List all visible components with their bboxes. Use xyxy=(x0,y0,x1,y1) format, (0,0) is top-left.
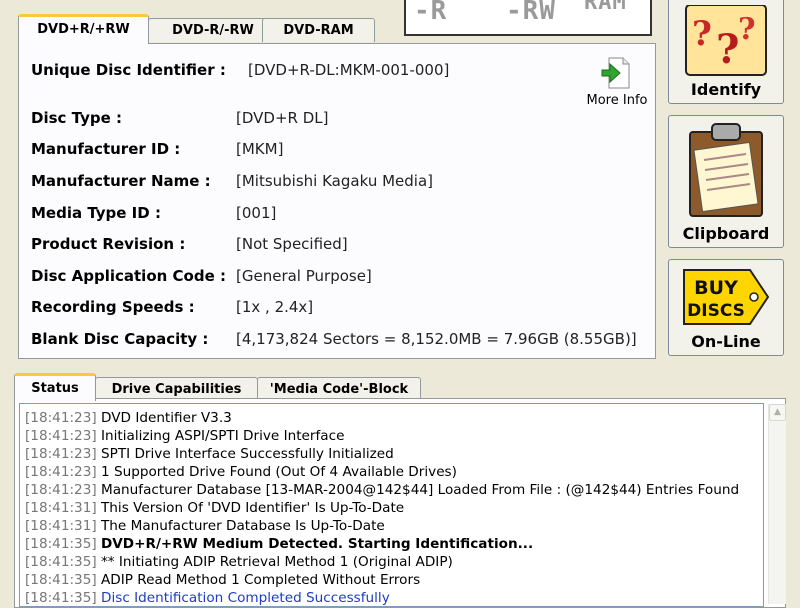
scroll-up-arrow-icon[interactable]: ▲ xyxy=(769,404,786,421)
question-marks-icon: ? ? ? xyxy=(685,5,767,76)
more-info-button[interactable]: More Info xyxy=(582,54,652,114)
log-scrollbar[interactable]: ▲ xyxy=(768,404,786,604)
svg-text:?: ? xyxy=(738,12,756,47)
tab-dvd-plus-r[interactable]: DVD+R/+RW xyxy=(18,14,149,44)
product-revision-value: [Not Specified] xyxy=(236,235,348,253)
online-label: On-Line xyxy=(691,332,761,351)
buy-discs-tag-icon: BUY DISCS xyxy=(683,269,770,325)
disc-application-code-label: Disc Application Code : xyxy=(31,267,226,285)
identify-label: Identify xyxy=(690,80,762,99)
disc-info-panel: Unique Disc Identifier : [DVD+R-DL:MKM-0… xyxy=(18,43,656,359)
status-log[interactable]: [18:41:23] DVD Identifier V3.3 [18:41:23… xyxy=(19,403,764,607)
manufacturer-id-value: [MKM] xyxy=(236,140,284,158)
log-line: [18:41:23] 1 Supported Drive Found (Out … xyxy=(25,464,457,480)
log-line: [18:41:23] Initializing ASPI/SPTI Drive … xyxy=(25,428,345,444)
tab-dvd-ram[interactable]: DVD-RAM xyxy=(262,18,375,42)
unique-disc-id-label: Unique Disc Identifier : xyxy=(31,61,226,79)
unique-disc-id-value: [DVD+R-DL:MKM-001-000] xyxy=(248,61,450,79)
more-info-label: More Info xyxy=(586,93,648,108)
logo-text-rw: -RW xyxy=(506,0,556,26)
media-type-id-value: [001] xyxy=(236,204,277,222)
log-line: [18:41:35] ** Initiating ADIP Retrieval … xyxy=(25,554,453,570)
clipboard-label: Clipboard xyxy=(682,224,770,243)
log-line: [18:41:23] SPTI Drive Interface Successf… xyxy=(25,446,394,462)
blank-disc-capacity-value: [4,173,824 Sectors = 8,152.0MB = 7.96GB … xyxy=(236,330,637,348)
product-revision-label: Product Revision : xyxy=(31,235,186,253)
recording-speeds-value: [1x , 2.4x] xyxy=(236,298,314,316)
log-line: [18:41:23] Manufacturer Database [13-MAR… xyxy=(25,482,740,498)
log-line: [18:41:35] Disc Identification Completed… xyxy=(25,590,390,606)
manufacturer-id-label: Manufacturer ID : xyxy=(31,140,181,158)
log-line: [18:41:23] DVD Identifier V3.3 xyxy=(25,410,232,426)
log-line: [18:41:35] ADIP Read Method 1 Completed … xyxy=(25,572,421,588)
blank-disc-capacity-label: Blank Disc Capacity : xyxy=(31,330,209,348)
clipboard-icon xyxy=(689,123,763,217)
log-line: [18:41:31] The Manufacturer Database Is … xyxy=(25,518,385,534)
svg-text:?: ? xyxy=(716,26,739,73)
disc-application-code-value: [General Purpose] xyxy=(236,267,372,285)
tab-status[interactable]: Status xyxy=(14,373,96,401)
logo-text-r: -R xyxy=(414,0,448,26)
manufacturer-name-label: Manufacturer Name : xyxy=(31,172,211,190)
clipboard-button[interactable]: Clipboard xyxy=(668,115,784,248)
media-type-id-label: Media Type ID : xyxy=(31,204,161,222)
svg-text:?: ? xyxy=(692,14,712,54)
disc-type-value: [DVD+R DL] xyxy=(236,109,329,127)
logo-text-ram: RAM xyxy=(584,0,627,15)
tab-dvd-minus-r[interactable]: DVD-R/-RW xyxy=(148,18,278,42)
discs-text: DISCS xyxy=(687,301,745,321)
identify-button[interactable]: ? ? ? Identify xyxy=(668,0,784,104)
more-info-icon xyxy=(601,57,630,89)
app-logo: -R -RW RAM xyxy=(404,0,652,36)
manufacturer-name-value: [Mitsubishi Kagaku Media] xyxy=(236,172,433,190)
log-line: [18:41:31] This Version Of 'DVD Identifi… xyxy=(25,500,405,516)
log-line: [18:41:35] DVD+R/+RW Medium Detected. St… xyxy=(25,536,534,552)
status-panel: [18:41:23] DVD Identifier V3.3 [18:41:23… xyxy=(14,398,786,608)
buy-text: BUY xyxy=(694,277,738,299)
disc-type-label: Disc Type : xyxy=(31,109,122,127)
online-button[interactable]: BUY DISCS On-Line xyxy=(668,259,784,356)
recording-speeds-label: Recording Speeds : xyxy=(31,298,195,316)
